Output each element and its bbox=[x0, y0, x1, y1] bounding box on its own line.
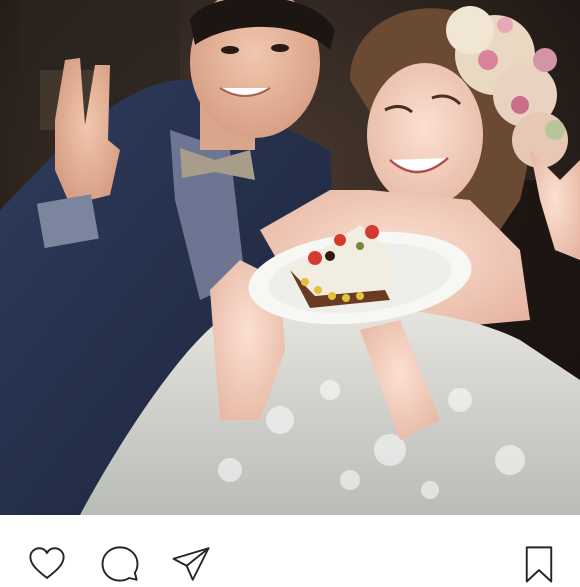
share-button[interactable] bbox=[168, 541, 214, 587]
save-button[interactable] bbox=[516, 541, 562, 587]
post-action-bar bbox=[0, 515, 580, 583]
heart-icon bbox=[29, 547, 65, 579]
comment-button[interactable] bbox=[97, 541, 143, 587]
bookmark-icon bbox=[525, 546, 553, 583]
comment-icon bbox=[101, 546, 139, 582]
post-photo-graphic bbox=[0, 0, 580, 515]
paper-plane-icon bbox=[172, 547, 210, 581]
like-button[interactable] bbox=[24, 541, 70, 587]
post-photo[interactable] bbox=[0, 0, 580, 515]
